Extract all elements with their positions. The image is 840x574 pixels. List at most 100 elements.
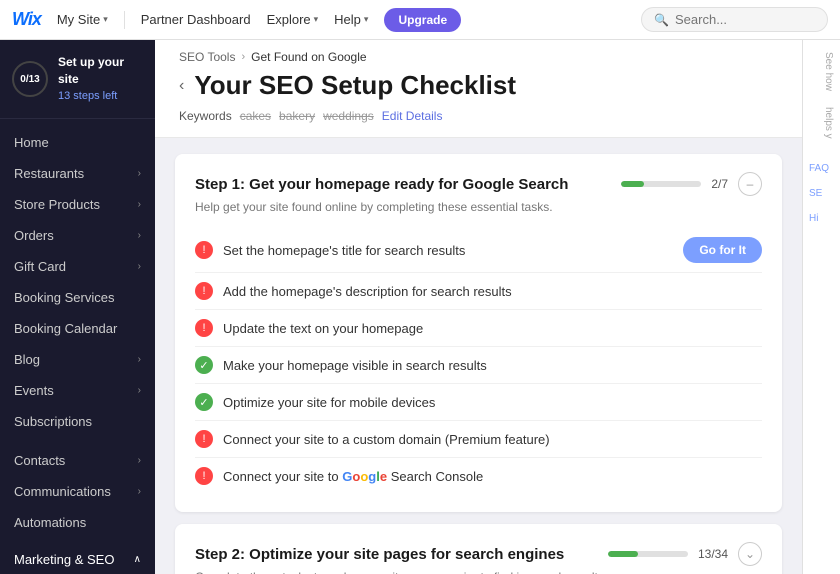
partner-dashboard-link[interactable]: Partner Dashboard bbox=[141, 12, 251, 27]
blog-chevron-icon: › bbox=[138, 354, 141, 365]
task-text: Optimize your site for mobile devices bbox=[223, 395, 762, 410]
task-search-console: ! Connect your site to Google Search Con… bbox=[195, 457, 762, 494]
task-visible: ✓ Make your homepage visible in search r… bbox=[195, 346, 762, 383]
sidebar-item-blog[interactable]: Blog › bbox=[0, 344, 155, 375]
breadcrumb-seo-tools[interactable]: SEO Tools bbox=[179, 50, 235, 64]
task-text: Make your homepage visible in search res… bbox=[223, 358, 762, 373]
task-text: Connect your site to a custom domain (Pr… bbox=[223, 432, 762, 447]
progress-circle: 0/13 bbox=[12, 61, 48, 97]
content-area: SEO Tools › Get Found on Google ‹ Your S… bbox=[155, 40, 840, 574]
task-text: Connect your site to Google Search Conso… bbox=[223, 469, 762, 484]
go-for-it-button[interactable]: Go for It bbox=[683, 237, 762, 263]
task-success-icon: ✓ bbox=[195, 393, 213, 411]
search-input[interactable] bbox=[675, 12, 815, 27]
edit-details-link[interactable]: Edit Details bbox=[382, 109, 443, 123]
step1-progress: 2/7 – bbox=[621, 172, 762, 196]
right-panel-content: See how helps y FAQ SE Hi bbox=[803, 40, 840, 236]
page-header: ‹ Your SEO Setup Checklist Keywords cake… bbox=[155, 64, 802, 138]
task-success-icon: ✓ bbox=[195, 356, 213, 374]
wix-logo: Wix bbox=[12, 9, 41, 30]
step1-progress-fill bbox=[621, 181, 643, 187]
upgrade-button[interactable]: Upgrade bbox=[384, 8, 461, 32]
sidebar-item-restaurants[interactable]: Restaurants › bbox=[0, 158, 155, 189]
step2-collapse-button[interactable]: ⌄ bbox=[738, 542, 762, 566]
step1-subtitle: Help get your site found online by compl… bbox=[195, 200, 762, 214]
task-text: Add the homepage's description for searc… bbox=[223, 284, 762, 299]
step1-tasks: ! Set the homepage's title for search re… bbox=[195, 228, 762, 494]
sidebar-item-orders[interactable]: Orders › bbox=[0, 220, 155, 251]
restaurants-chevron-icon: › bbox=[138, 168, 141, 179]
step2-header: Step 2: Optimize your site pages for sea… bbox=[195, 542, 762, 566]
sidebar-item-subscriptions[interactable]: Subscriptions bbox=[0, 406, 155, 437]
keyword-weddings: weddings bbox=[323, 109, 374, 123]
sidebar-item-store-products[interactable]: Store Products › bbox=[0, 189, 155, 220]
events-chevron-icon: › bbox=[138, 385, 141, 396]
help-menu[interactable]: Help ▾ bbox=[334, 12, 368, 27]
task-error-icon: ! bbox=[195, 241, 213, 259]
step1-collapse-button[interactable]: – bbox=[738, 172, 762, 196]
sidebar-item-automations[interactable]: Automations bbox=[0, 507, 155, 538]
task-custom-domain: ! Connect your site to a custom domain (… bbox=[195, 420, 762, 457]
breadcrumb-separator: › bbox=[241, 51, 245, 63]
page-title: Your SEO Setup Checklist bbox=[194, 70, 516, 101]
keywords-row: Keywords cakes bakery weddings Edit Deta… bbox=[179, 109, 778, 123]
right-panel: See how helps y FAQ SE Hi bbox=[802, 40, 840, 574]
task-homepage-desc: ! Add the homepage's description for sea… bbox=[195, 272, 762, 309]
faq-link[interactable]: FAQ bbox=[809, 163, 834, 174]
task-error-icon: ! bbox=[195, 430, 213, 448]
sidebar-item-home[interactable]: Home bbox=[0, 127, 155, 158]
sidebar-item-booking-services[interactable]: Booking Services bbox=[0, 282, 155, 313]
sidebar-item-booking-calendar[interactable]: Booking Calendar bbox=[0, 313, 155, 344]
step1-progress-label: 2/7 bbox=[711, 177, 728, 191]
step2-subtitle: Complete these tasks to make your site p… bbox=[195, 570, 762, 574]
task-error-icon: ! bbox=[195, 282, 213, 300]
task-update-text: ! Update the text on your homepage bbox=[195, 309, 762, 346]
nav-divider bbox=[124, 11, 125, 29]
orders-chevron-icon: › bbox=[138, 230, 141, 241]
steps-left-link[interactable]: 13 steps left bbox=[58, 90, 117, 102]
sidebar-nav: Home Restaurants › Store Products › Orde… bbox=[0, 119, 155, 574]
step1-card: Step 1: Get your homepage ready for Goog… bbox=[175, 154, 782, 512]
explore-chevron-icon: ▾ bbox=[314, 14, 319, 25]
search-bar[interactable]: 🔍 bbox=[641, 7, 828, 32]
task-error-icon: ! bbox=[195, 467, 213, 485]
explore-menu[interactable]: Explore ▾ bbox=[267, 12, 319, 27]
main-content: SEO Tools › Get Found on Google ‹ Your S… bbox=[155, 40, 802, 574]
right-panel-text: See how bbox=[809, 52, 834, 91]
breadcrumb-current: Get Found on Google bbox=[251, 50, 366, 64]
sidebar-item-contacts[interactable]: Contacts › bbox=[0, 445, 155, 476]
step1-title: Step 1: Get your homepage ready for Goog… bbox=[195, 176, 568, 193]
right-panel-text2: helps y bbox=[809, 107, 834, 139]
contacts-chevron-icon: › bbox=[138, 455, 141, 466]
step2-progress-fill bbox=[608, 551, 638, 557]
keyword-bakery: bakery bbox=[279, 109, 315, 123]
se-link[interactable]: SE bbox=[809, 188, 834, 199]
sidebar-item-events[interactable]: Events › bbox=[0, 375, 155, 406]
sidebar-item-gift-card[interactable]: Gift Card › bbox=[0, 251, 155, 282]
step1-header: Step 1: Get your homepage ready for Goog… bbox=[195, 172, 762, 196]
store-products-chevron-icon: › bbox=[138, 199, 141, 210]
progress-text: Set up your site 13 steps left bbox=[58, 54, 143, 104]
task-mobile: ✓ Optimize your site for mobile devices bbox=[195, 383, 762, 420]
step2-card: Step 2: Optimize your site pages for sea… bbox=[175, 524, 782, 574]
top-navigation: Wix My Site ▾ Partner Dashboard Explore … bbox=[0, 0, 840, 40]
breadcrumb: SEO Tools › Get Found on Google bbox=[155, 40, 802, 64]
communications-chevron-icon: › bbox=[138, 486, 141, 497]
setup-progress: 0/13 Set up your site 13 steps left bbox=[0, 40, 155, 119]
sidebar-item-communications[interactable]: Communications › bbox=[0, 476, 155, 507]
step2-progress-label: 13/34 bbox=[698, 547, 728, 561]
task-homepage-title: ! Set the homepage's title for search re… bbox=[195, 228, 762, 272]
help-chevron-icon: ▾ bbox=[364, 14, 369, 25]
checklist-area: Step 1: Get your homepage ready for Goog… bbox=[155, 138, 802, 574]
sidebar-item-marketing-seo[interactable]: Marketing & SEO ∧ bbox=[0, 544, 155, 574]
my-site-menu[interactable]: My Site ▾ bbox=[57, 12, 108, 27]
task-error-icon: ! bbox=[195, 319, 213, 337]
keyword-cakes: cakes bbox=[240, 109, 271, 123]
sidebar: 0/13 Set up your site 13 steps left Home… bbox=[0, 40, 155, 574]
search-icon: 🔍 bbox=[654, 13, 669, 27]
hi-link[interactable]: Hi bbox=[809, 213, 834, 224]
task-text: Set the homepage's title for search resu… bbox=[223, 243, 673, 258]
marketing-chevron-icon: ∧ bbox=[134, 554, 141, 565]
task-text: Update the text on your homepage bbox=[223, 321, 762, 336]
back-button[interactable]: ‹ bbox=[179, 77, 184, 95]
